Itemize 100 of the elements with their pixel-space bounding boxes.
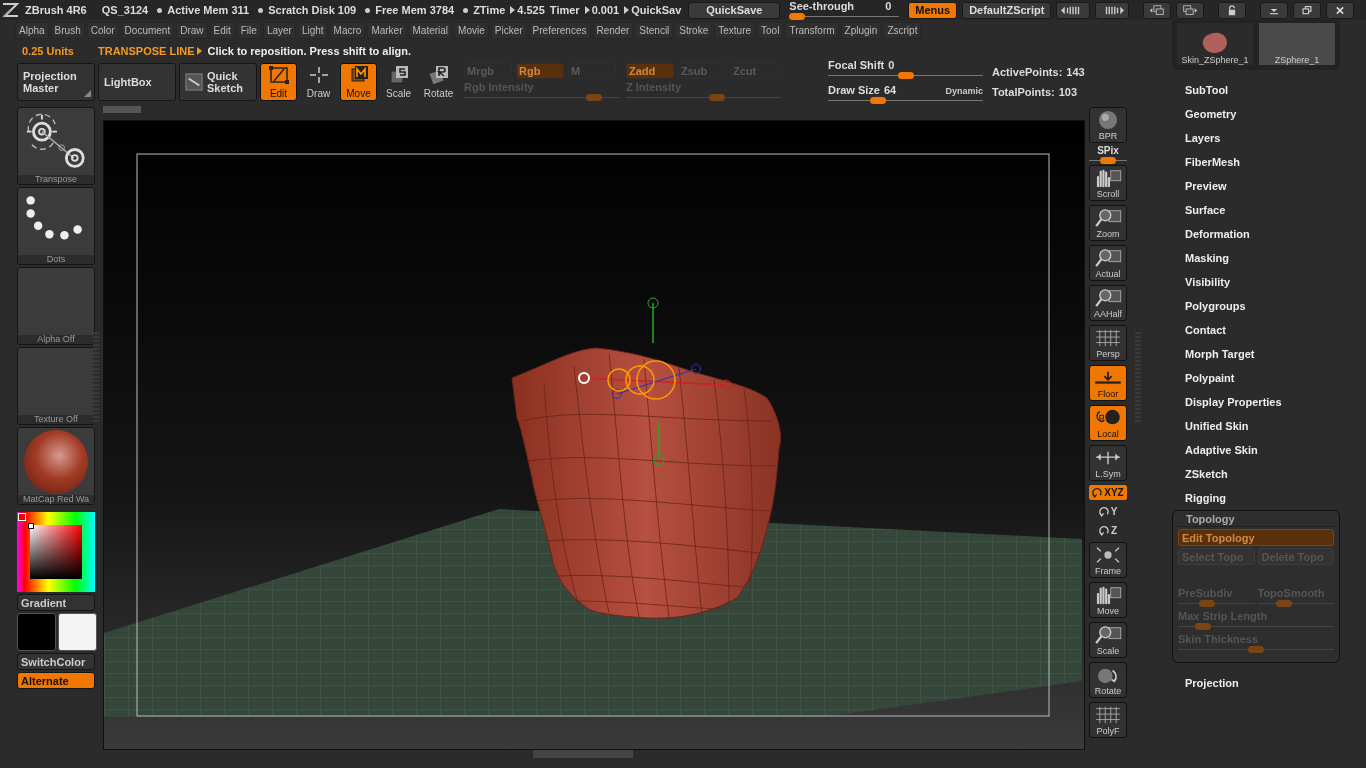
mode-button[interactable]: Draw [300, 63, 337, 101]
slider-thumb[interactable] [1100, 157, 1116, 164]
menu-item[interactable]: Stencil [635, 22, 674, 39]
palette-item[interactable]: Layers [1172, 126, 1366, 150]
menu-item[interactable]: Color [86, 22, 119, 39]
palette-item[interactable]: FiberMesh [1172, 150, 1366, 174]
shelf-button[interactable]: AAHalf [1089, 285, 1127, 321]
menu-item[interactable]: Texture [714, 22, 756, 39]
script-button[interactable]: DefaultZScript [962, 1, 1052, 19]
shelf-button[interactable]: Zoom [1089, 205, 1127, 241]
shelf-button[interactable]: Scroll [1089, 165, 1127, 201]
rotation-axis-button[interactable]: Z [1095, 523, 1121, 538]
palette-item[interactable]: Masking [1172, 246, 1366, 270]
palette-item[interactable]: Projection [1172, 671, 1366, 695]
menu-item[interactable]: Document [120, 22, 175, 39]
toolbar-button[interactable]: LightBox [98, 63, 176, 101]
palette-item[interactable]: Deformation [1172, 222, 1366, 246]
palette-item[interactable]: Surface [1172, 198, 1366, 222]
menu-item[interactable]: Draw [176, 22, 208, 39]
channel-button[interactable]: Rgb [516, 62, 564, 79]
menu-item[interactable]: Alpha [15, 22, 49, 39]
viewport-canvas[interactable] [103, 120, 1085, 750]
palette-item[interactable]: Unified Skin [1172, 414, 1366, 438]
dynamic-toggle[interactable]: Dynamic [945, 86, 983, 96]
menu-item[interactable]: Zplugin [840, 22, 882, 39]
palette-tile[interactable]: Transpose [17, 107, 95, 185]
shelf-button[interactable]: Local [1089, 405, 1127, 441]
scroll-right-button[interactable] [1095, 1, 1130, 19]
shelf-button[interactable]: Frame [1089, 542, 1127, 578]
shelf-button[interactable]: Floor [1089, 365, 1127, 401]
menu-item[interactable]: Movie [454, 22, 489, 39]
menu-item[interactable]: Edit [209, 22, 235, 39]
shelf-button[interactable]: Rotate [1089, 662, 1127, 698]
menu-item[interactable]: Brush [50, 22, 85, 39]
rotation-axis-button[interactable]: Y [1095, 504, 1121, 519]
saturation-square[interactable] [30, 525, 82, 579]
picker-handle[interactable] [28, 523, 34, 529]
menu-item[interactable]: Tool [757, 22, 784, 39]
mode-button[interactable]: Rotate [420, 63, 457, 101]
slider-thumb[interactable] [1194, 623, 1211, 630]
topology-button[interactable]: Edit Topology [1178, 529, 1334, 546]
palette-tile[interactable]: Dots [17, 187, 95, 265]
shelf-button[interactable]: Persp [1089, 325, 1127, 361]
switch-color-button[interactable]: SwitchColor [17, 653, 95, 670]
palette-item[interactable]: Rigging [1172, 486, 1366, 510]
lock-button[interactable] [1218, 1, 1247, 19]
rotation-axis-button[interactable]: XYZ [1089, 485, 1127, 500]
slider-thumb[interactable] [1275, 600, 1292, 607]
panel-grip[interactable] [93, 332, 99, 422]
shelf-button[interactable]: Actual [1089, 245, 1127, 281]
mode-button[interactable]: Scale [380, 63, 417, 101]
subtool-thumbnail[interactable]: Skin_ZSphere_1 [1176, 22, 1254, 66]
menu-item[interactable]: Light [297, 22, 328, 39]
toolbar-button[interactable]: Quick Sketch [179, 63, 257, 101]
close-button[interactable] [1326, 1, 1355, 19]
menu-item[interactable]: Preferences [528, 22, 591, 39]
palette-item[interactable]: Geometry [1172, 102, 1366, 126]
color-swatch[interactable] [17, 613, 56, 651]
channel-button[interactable]: Zadd [626, 62, 674, 79]
alternate-button[interactable]: Alternate [17, 672, 95, 689]
menu-item[interactable]: Layer [262, 22, 296, 39]
shelf-button[interactable]: Scale [1089, 622, 1127, 658]
mode-button[interactable]: Edit [260, 63, 297, 101]
palette-item[interactable]: Preview [1172, 174, 1366, 198]
slider-thumb[interactable] [1248, 646, 1264, 653]
scroll-left-button[interactable] [1056, 1, 1091, 19]
slider-thumb[interactable] [709, 93, 726, 101]
menu-item[interactable]: Material [408, 22, 453, 39]
shelf-button[interactable]: L.Sym [1089, 445, 1127, 481]
quicksave-button[interactable]: QuickSave [688, 1, 781, 19]
palette-item[interactable]: Polypaint [1172, 366, 1366, 390]
color-picker[interactable] [17, 512, 95, 592]
gradient-button[interactable]: Gradient [17, 594, 95, 611]
palette-tile[interactable]: Alpha Off [17, 267, 95, 345]
palette-item[interactable]: SubTool [1172, 78, 1366, 102]
palette-tile[interactable]: Texture Off [17, 347, 95, 425]
menu-item[interactable]: Picker [490, 22, 527, 39]
menu-item[interactable]: Marker [367, 22, 407, 39]
subtool-thumbnail[interactable]: ZSphere_1 [1258, 22, 1336, 66]
palette-item[interactable]: Display Properties [1172, 390, 1366, 414]
shelf-button[interactable]: BPR [1089, 107, 1127, 143]
menu-item[interactable]: Transform [785, 22, 839, 39]
palette-item[interactable]: Polygroups [1172, 294, 1366, 318]
minimize-button[interactable] [1260, 1, 1289, 19]
palette-tile[interactable]: MatCap Red Wa [17, 427, 95, 505]
slider-thumb[interactable] [897, 72, 914, 79]
menu-item[interactable]: Macro [329, 22, 366, 39]
toolbar-button[interactable]: Projection Master [17, 63, 95, 101]
slider-thumb[interactable] [586, 93, 603, 101]
menu-item[interactable]: Zscript [883, 22, 922, 39]
slider-thumb[interactable] [789, 12, 806, 20]
dock-left-button[interactable] [1143, 1, 1172, 19]
menus-button[interactable]: Menus [908, 1, 958, 19]
palette-item[interactable]: Contact [1172, 318, 1366, 342]
palette-item[interactable]: Morph Target [1172, 342, 1366, 366]
menu-item[interactable]: File [236, 22, 261, 39]
color-swatch[interactable] [58, 613, 97, 651]
palette-item[interactable]: Visibility [1172, 270, 1366, 294]
shelf-button[interactable]: PolyF [1089, 702, 1127, 738]
slider-thumb[interactable] [869, 97, 886, 104]
